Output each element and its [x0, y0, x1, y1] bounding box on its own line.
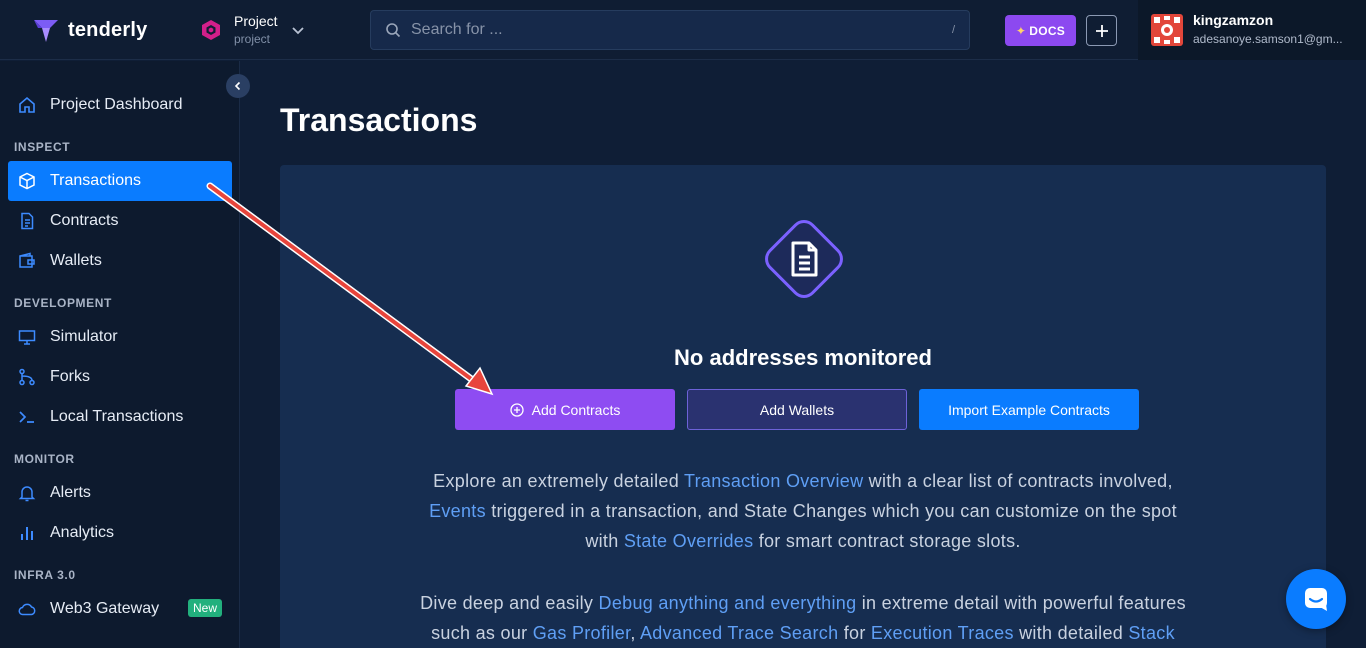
project-slug: project — [234, 32, 271, 46]
plus-circle-icon — [509, 402, 524, 417]
add-contracts-label: Add Contracts — [531, 401, 621, 418]
user-name: kingzamzon — [1193, 12, 1274, 28]
project-name: Project — [234, 13, 278, 29]
text: such as our — [431, 623, 533, 643]
state-overrides-link[interactable]: State Overrides — [624, 531, 754, 551]
description-paragraph-1: Explore an extremely detailed Transactio… — [280, 466, 1326, 556]
sidebar-item-label: Wallets — [50, 252, 102, 269]
text: with — [585, 531, 624, 551]
terminal-icon — [18, 408, 36, 426]
cube-icon — [18, 172, 36, 190]
add-contracts-button[interactable]: Add Contracts — [455, 389, 675, 430]
sidebar-item-label: Contracts — [50, 212, 119, 229]
sidebar-item-analytics[interactable]: Analytics — [8, 513, 232, 553]
search-bar[interactable]: / — [370, 10, 970, 50]
execution-traces-link[interactable]: Execution Traces — [871, 623, 1014, 643]
transaction-overview-link[interactable]: Transaction Overview — [684, 471, 863, 491]
search-input[interactable] — [411, 21, 952, 39]
text: with detailed — [1013, 623, 1129, 643]
new-badge: New — [187, 599, 222, 617]
text: with a clear list of contracts involved, — [863, 471, 1173, 491]
sidebar-item-alerts[interactable]: Alerts — [8, 473, 232, 513]
section-label-inspect: INSPECT — [14, 140, 71, 154]
events-link[interactable]: Events — [429, 501, 486, 521]
document-icon — [765, 220, 843, 298]
sidebar-item-label: Local Transactions — [50, 408, 184, 425]
cloud-icon — [18, 600, 36, 618]
bar-chart-icon — [18, 524, 36, 542]
chevron-down-icon — [291, 27, 304, 35]
sidebar-item-simulator[interactable]: Simulator — [8, 317, 232, 357]
import-example-contracts-button[interactable]: Import Example Contracts — [919, 389, 1139, 430]
sidebar-item-label: Simulator — [50, 328, 118, 345]
sidebar-item-web3-gateway[interactable]: Web3 Gateway New — [8, 589, 232, 629]
import-examples-label: Import Example Contracts — [948, 401, 1110, 418]
project-icon — [202, 20, 220, 40]
project-switcher[interactable]: Project project — [200, 12, 306, 48]
docs-button[interactable]: ✦ DOCS — [1005, 15, 1076, 46]
stack-link[interactable]: Stack — [1128, 623, 1175, 643]
search-shortcut: / — [951, 24, 955, 36]
sidebar-item-forks[interactable]: Forks — [8, 357, 232, 397]
sparkle-icon: ✦ — [1015, 23, 1027, 38]
top-bar: tenderly Project project / ✦ DOCS — [0, 0, 1366, 60]
section-label-monitor: MONITOR — [14, 452, 75, 466]
sidebar-item-label: Forks — [50, 368, 90, 385]
chat-icon — [1305, 588, 1327, 611]
sidebar: Project Dashboard INSPECT Transactions C… — [0, 61, 240, 648]
brand-name: tenderly — [68, 18, 148, 41]
text: for — [838, 623, 871, 643]
plus-icon — [1095, 24, 1108, 37]
section-label-infra: INFRA 3.0 — [14, 568, 76, 582]
sidebar-item-wallets[interactable]: Wallets — [8, 241, 232, 281]
fork-icon — [18, 368, 36, 386]
tenderly-logo-icon — [34, 20, 58, 42]
sidebar-item-label: Transactions — [50, 172, 141, 189]
bell-icon — [18, 484, 36, 502]
document-icon — [18, 212, 36, 230]
text: , — [630, 623, 640, 643]
user-menu[interactable]: kingzamzon adesanoye.samson1@gm... — [1138, 0, 1366, 60]
text: for smart contract storage slots. — [753, 531, 1021, 551]
wallet-icon — [18, 252, 36, 270]
text: Dive deep and easily — [420, 593, 599, 613]
add-wallets-button[interactable]: Add Wallets — [687, 389, 907, 430]
section-label-development: DEVELOPMENT — [14, 296, 112, 310]
text: in extreme detail with powerful features — [856, 593, 1186, 613]
create-new-button[interactable] — [1086, 15, 1117, 46]
sidebar-item-local-transactions[interactable]: Local Transactions — [8, 397, 232, 437]
sidebar-item-label: Project Dashboard — [50, 96, 183, 113]
monitor-icon — [18, 328, 36, 346]
sidebar-item-label: Analytics — [50, 524, 115, 541]
collapse-sidebar-button[interactable] — [226, 74, 250, 98]
home-icon — [18, 96, 36, 114]
docs-label: DOCS — [1029, 23, 1066, 38]
empty-state-title: No addresses monitored — [674, 345, 932, 370]
avatar — [1151, 14, 1183, 46]
chat-support-button[interactable] — [1286, 569, 1346, 629]
sidebar-item-transactions[interactable]: Transactions — [8, 161, 232, 201]
tenderly-logo[interactable]: tenderly — [32, 16, 147, 44]
sidebar-item-label: Alerts — [50, 484, 91, 501]
text: Explore an extremely detailed — [433, 471, 684, 491]
search-icon — [386, 23, 401, 38]
text: triggered in a transaction, and State Ch… — [485, 501, 1177, 521]
page-title: Transactions — [280, 102, 478, 138]
debug-link[interactable]: Debug anything and everything — [599, 593, 857, 613]
sidebar-item-project-dashboard[interactable]: Project Dashboard — [8, 85, 232, 125]
add-wallets-label: Add Wallets — [759, 401, 835, 418]
chevron-left-icon — [234, 81, 241, 91]
sidebar-item-contracts[interactable]: Contracts — [8, 201, 232, 241]
user-email: adesanoye.samson1@gm... — [1193, 32, 1343, 46]
gas-profiler-link[interactable]: Gas Profiler — [533, 623, 631, 643]
description-paragraph-2: Dive deep and easily Debug anything and … — [280, 588, 1326, 648]
advanced-trace-search-link[interactable]: Advanced Trace Search — [640, 623, 838, 643]
sidebar-item-label: Web3 Gateway — [50, 600, 160, 617]
